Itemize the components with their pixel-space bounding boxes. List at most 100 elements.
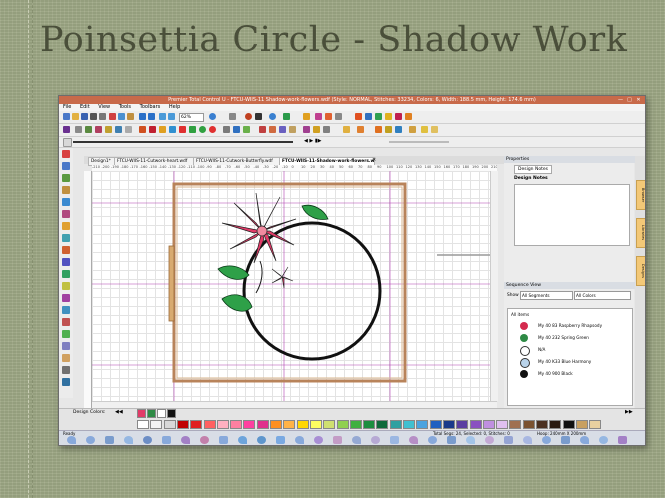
sparkle-icon[interactable] [375,126,382,133]
stitch-stamp-icon[interactable] [428,436,437,444]
stitch-stamp-icon[interactable] [390,436,399,444]
shape-icon[interactable] [75,126,82,133]
fill-blue-icon[interactable] [169,126,176,133]
palette-color-swatch[interactable] [522,420,535,429]
menu-file[interactable]: File [63,104,71,110]
vertical-scrollbar[interactable] [490,171,498,401]
satin-icon[interactable] [279,126,286,133]
ellipse-tool-icon[interactable] [62,270,70,278]
globe-icon[interactable] [269,113,276,120]
bezier-icon[interactable] [62,234,70,242]
resize-icon[interactable] [243,126,250,133]
rect-tool-icon[interactable] [62,258,70,266]
palette-color-swatch[interactable] [296,420,309,429]
palette-color-swatch[interactable] [403,420,415,429]
colors-select[interactable]: All Colors [574,291,631,300]
sequence-item[interactable]: N/A [512,345,630,356]
stitch-stamp-icon[interactable] [504,436,513,444]
stitch-stamp-icon[interactable] [219,436,228,444]
sequence-item[interactable]: My 40 83 Raspberry Rhapsody [512,321,630,331]
tab-design-notes[interactable]: Design Notes [514,165,552,174]
palette-color-swatch[interactable] [270,420,282,429]
sequence-item[interactable]: My 40 232 Spring Green [512,333,630,343]
new-icon[interactable] [63,113,70,120]
stitch-stamp-icon[interactable] [238,436,247,444]
lace-icon[interactable] [313,126,320,133]
color-tool-icon[interactable] [385,126,392,133]
fill-tool-icon[interactable] [62,294,70,302]
running-icon[interactable] [289,126,296,133]
grid-tool-icon[interactable] [62,366,70,374]
circle-tool-icon[interactable] [125,126,132,133]
palette-color-swatch[interactable] [389,420,402,429]
stitch-stamp-icon[interactable] [276,436,285,444]
motif-icon[interactable] [259,126,266,133]
undo-icon[interactable] [139,113,146,120]
palette-color-swatch[interactable] [256,420,269,429]
stitch-stamp-icon[interactable] [295,436,304,444]
stitch-stamp-icon[interactable] [599,436,608,444]
palette-color-swatch[interactable] [429,420,442,429]
palette-color-swatch[interactable] [456,420,469,429]
select-tool-icon[interactable] [63,138,72,147]
stitch-stamp-icon[interactable] [485,436,494,444]
brush-icon[interactable] [325,113,332,120]
stitch-stamp-icon[interactable] [124,436,133,444]
folder3-icon[interactable] [431,126,438,133]
open-icon[interactable] [72,113,79,120]
sequence-item[interactable]: My 40 900 Black [512,369,630,379]
side-tab-browser[interactable]: Browser [636,180,645,210]
hoop-tool-icon[interactable] [62,378,70,386]
menu-edit[interactable]: Edit [80,104,90,110]
stitch-stamp-icon[interactable] [86,436,95,444]
fill-red-icon[interactable] [149,126,156,133]
text-tool-icon[interactable] [63,126,70,133]
stitch-stamp-icon[interactable] [371,436,380,444]
stitch-orange-icon[interactable] [405,113,412,120]
palette-color-swatch[interactable] [163,420,176,429]
stitch-stamp-icon[interactable] [67,436,76,444]
design-color-swatch[interactable] [167,409,176,418]
cutwork-icon[interactable] [303,126,310,133]
draw-icon[interactable] [62,210,70,218]
design-canvas[interactable] [92,171,490,401]
wand-icon[interactable] [357,126,364,133]
stitch-stamp-icon[interactable] [181,436,190,444]
font-icon[interactable] [139,126,146,133]
colors-prev-icon[interactable]: ◀◀ [115,409,123,415]
palette-color-swatch[interactable] [509,420,522,429]
palette-color-swatch[interactable] [323,420,336,429]
all-items-label[interactable]: All items [511,312,529,317]
palette-color-swatch[interactable] [203,420,216,429]
palette-color-swatch[interactable] [230,420,243,429]
palette-color-swatch[interactable] [283,420,296,429]
stitch-stamp-icon[interactable] [162,436,171,444]
sequence-item[interactable]: My 40 K33 Blue Harmony [512,357,630,368]
palette-color-swatch[interactable] [376,420,389,429]
segments-select[interactable]: All Segments [520,291,573,300]
menu-toolbars[interactable]: Toolbars [140,104,161,110]
save-icon[interactable] [81,113,88,120]
stitch-red-icon[interactable] [355,113,362,120]
heart-tool-icon[interactable] [115,126,122,133]
palette-color-swatch[interactable] [536,420,548,429]
maximize-button[interactable]: □ [625,96,634,104]
design-color-swatch[interactable] [147,409,156,418]
stitch-slider[interactable] [73,141,293,143]
fill-icon[interactable] [85,126,92,133]
stitch-stamp-icon[interactable] [333,436,342,444]
stitch-stamp-icon[interactable] [466,436,475,444]
record-icon[interactable] [245,113,252,120]
zoom-out-icon[interactable] [168,113,175,120]
picture-icon[interactable] [62,354,70,362]
palette-color-swatch[interactable] [442,420,455,429]
folder2-icon[interactable] [421,126,428,133]
minimize-button[interactable]: — [616,96,625,104]
stop-icon[interactable] [209,126,216,133]
magic-icon[interactable] [315,113,322,120]
menu-help[interactable]: Help [169,104,180,110]
stitch-stamp-icon[interactable] [618,436,627,444]
freehand-icon[interactable] [62,246,70,254]
design-color-swatch[interactable] [137,409,146,418]
design-notes-textarea[interactable] [514,184,630,246]
